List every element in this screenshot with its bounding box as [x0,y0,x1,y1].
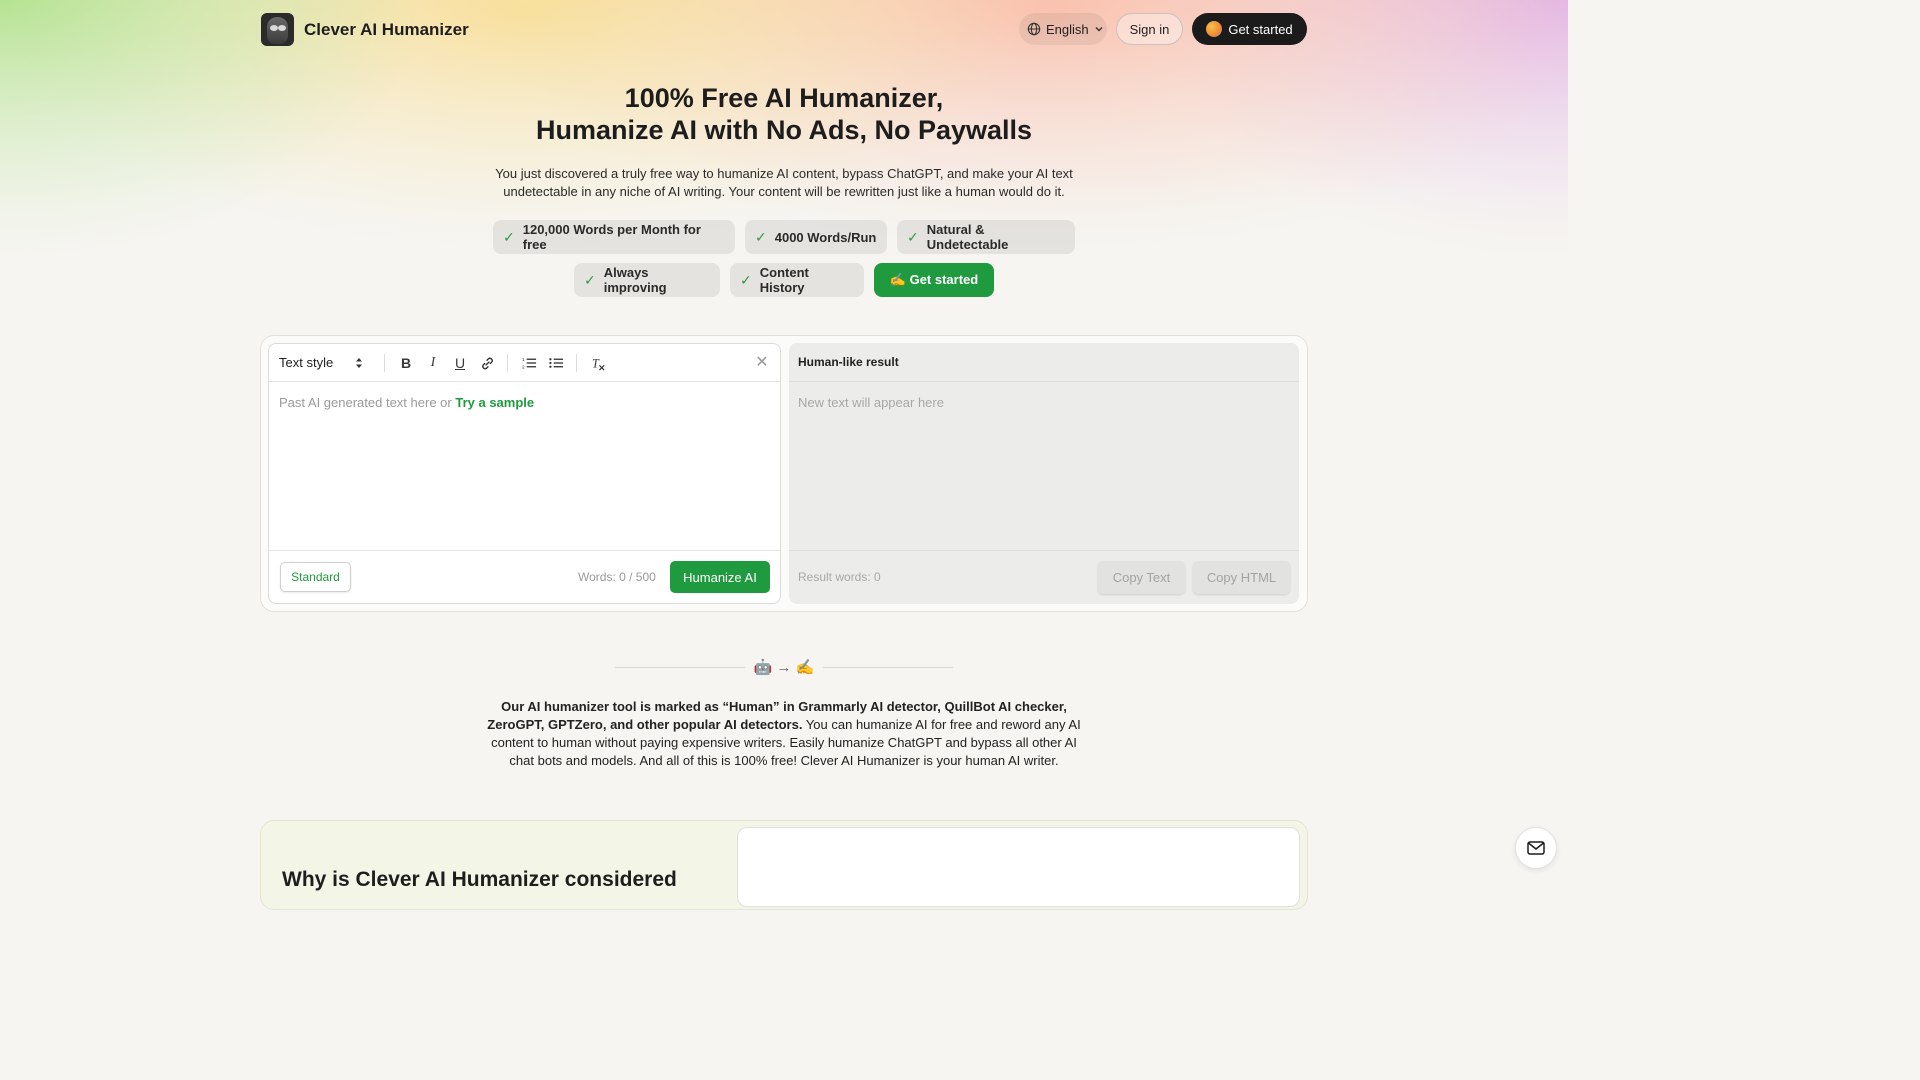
input-footer-divider [269,550,780,551]
toolbar-separator [507,354,508,372]
feature-chip-history: ✓ Content History [730,263,864,297]
input-placeholder-text: Past AI generated text here or [279,395,452,410]
check-icon: ✓ [584,271,596,288]
divider-line-right [823,667,953,668]
check-icon: ✓ [907,228,919,245]
ordered-list-icon[interactable]: 12 [518,352,540,374]
feature-chip-words-month: ✓ 120,000 Words per Month for free [493,220,735,254]
feature-chip-improving: ✓ Always improving [574,263,720,297]
svg-text:2: 2 [522,365,525,370]
hero-subtitle: You just discovered a truly free way to … [495,166,1073,199]
globe-icon [1027,22,1041,36]
svg-text:1: 1 [522,357,525,362]
toolbar-separator [576,354,577,372]
result-word-count: Result words: 0 [798,570,881,584]
sort-arrows-icon [356,357,363,368]
feature-label: 120,000 Words per Month for free [522,222,701,252]
brand-logo[interactable] [261,13,294,46]
close-icon[interactable]: ✕ [752,352,772,372]
feature-label: Content History [759,265,809,295]
clear-format-icon[interactable]: T [587,352,609,374]
toolbar-divider [269,381,780,382]
logo-face [267,17,288,44]
output-footer-divider [789,550,1299,551]
check-icon: ✓ [503,228,515,245]
input-placeholder[interactable]: Past AI generated text here or Try a sam… [279,395,534,410]
contact-mail-button[interactable] [1515,827,1557,869]
why-section-heading: Why is Clever AI Humanizer considered [282,868,677,891]
logo-eye-right [278,25,286,31]
humanize-ai-button[interactable]: Humanize AI [670,561,770,593]
copy-text-button[interactable]: Copy Text [1098,561,1185,594]
link-icon[interactable] [476,352,498,374]
hero-title-line2: Humanize AI with No Ads, No Paywalls [535,115,1033,145]
italic-icon[interactable]: I [422,352,444,374]
output-header-divider [789,381,1299,382]
get-started-hero-button[interactable]: ✍️ Get started [874,263,994,297]
feature-chip-words-run: ✓ 4000 Words/Run [745,220,887,254]
bullet-list-icon[interactable] [545,352,567,374]
word-count: Words: 0 / 500 [578,570,656,584]
get-started-label: Get started [1228,21,1293,37]
divider-line-left [615,667,745,668]
text-style-label: Text style [279,355,334,370]
robot-to-writing-icon: 🤖 → ✍️ [753,659,815,676]
language-selector[interactable]: English [1019,13,1107,45]
result-title: Human-like result [798,355,899,369]
mode-standard-button[interactable]: Standard [280,562,351,592]
feature-chip-natural: ✓ Natural & Undetectable [897,220,1075,254]
get-started-header-button[interactable]: Get started [1192,13,1307,45]
why-section-media [737,827,1300,907]
get-started-icon [1206,21,1223,37]
svg-text:T: T [591,356,599,370]
language-label: English [1046,21,1089,37]
result-placeholder: New text will appear here [798,395,944,410]
underline-icon[interactable]: U [449,352,471,374]
feature-label: Always improving [603,265,667,295]
copy-html-button[interactable]: Copy HTML [1193,561,1290,594]
chevron-down-icon [1095,27,1103,32]
feature-label: 4000 Words/Run [774,229,877,245]
check-icon: ✓ [755,228,767,245]
check-icon: ✓ [740,271,752,288]
description-paragraph: Our AI humanizer tool is marked as “Huma… [484,698,1084,770]
brand-name[interactable]: Clever AI Humanizer [304,20,469,40]
toolbar-separator [384,354,385,372]
try-sample-link[interactable]: Try a sample [455,395,534,410]
feature-label: Natural & Undetectable [926,222,1009,252]
bold-icon[interactable]: B [395,352,417,374]
logo-eye-left [270,25,278,31]
text-style-select[interactable]: Text style [279,355,363,370]
mail-icon [1527,841,1545,855]
hero-title-line1: 100% Free AI Humanizer, [624,83,944,113]
sign-in-button[interactable]: Sign in [1116,13,1183,45]
